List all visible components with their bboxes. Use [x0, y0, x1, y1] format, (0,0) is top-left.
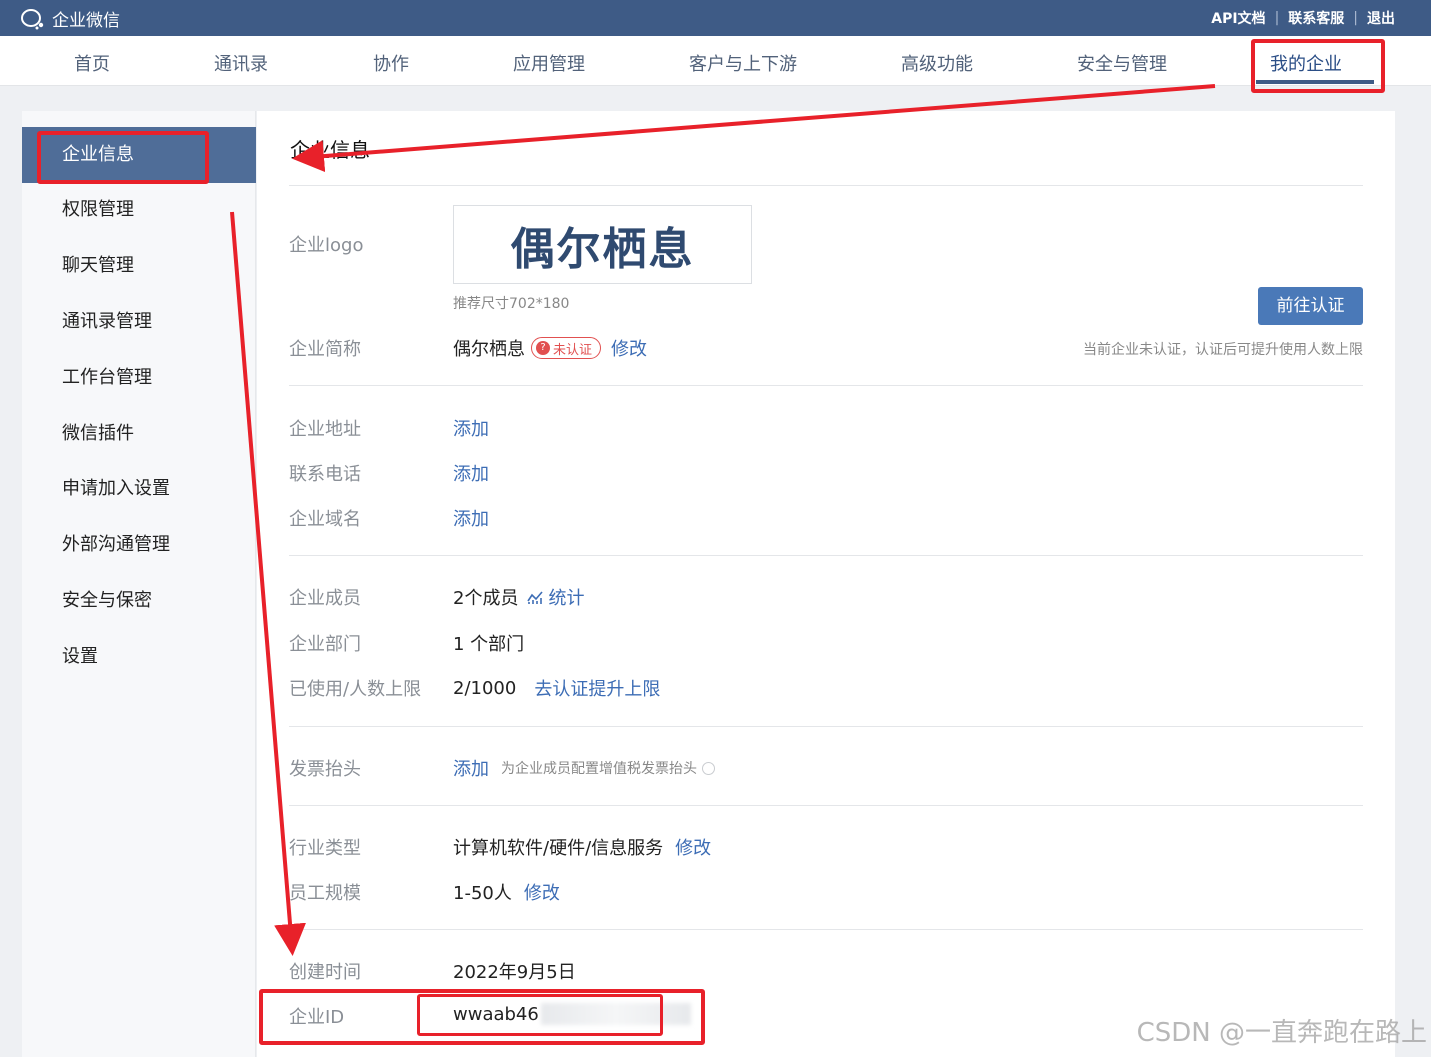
arrow-to-title	[292, 84, 1216, 173]
annotation-arrows	[230, 84, 1216, 956]
watermark: CSDN @一直奔跑在路上	[1136, 1018, 1427, 1048]
arrow-to-corp-id	[230, 211, 306, 956]
